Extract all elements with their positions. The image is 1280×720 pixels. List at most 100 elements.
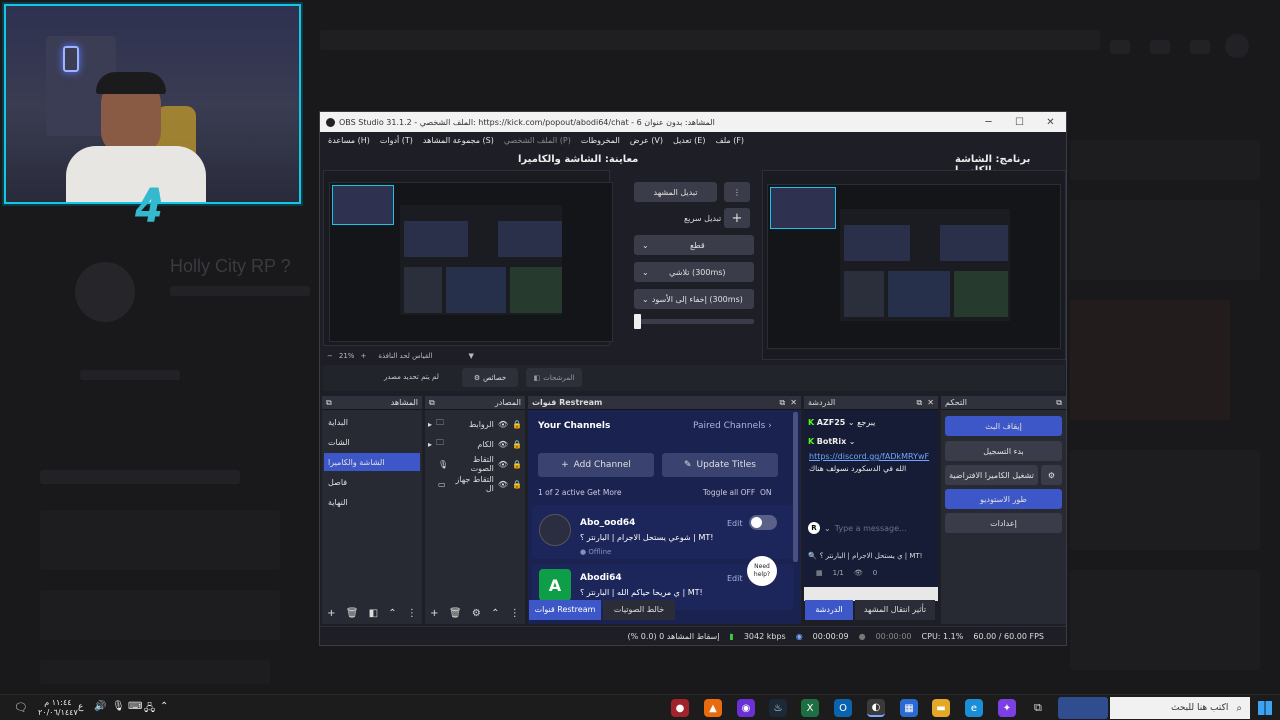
- scene-item[interactable]: الشات: [324, 433, 420, 451]
- lock-icon[interactable]: 🔒: [512, 440, 522, 449]
- excel-icon[interactable]: X: [801, 699, 819, 717]
- chat-link[interactable]: https://discord.gg/fADkMRYwF: [809, 452, 937, 461]
- tab-restream[interactable]: قنوات Restream: [529, 600, 601, 620]
- settings-button[interactable]: إعدادات: [945, 513, 1062, 533]
- close-icon[interactable]: ✕: [927, 398, 934, 407]
- fade-transition-button[interactable]: ⌄ تلاشي (300ms): [634, 262, 754, 282]
- copilot-icon[interactable]: ✦: [998, 699, 1016, 717]
- files-icon[interactable]: ▬: [932, 699, 950, 717]
- chevron-up-icon[interactable]: ⌃: [160, 701, 168, 712]
- more-icon[interactable]: ⋮: [407, 608, 417, 619]
- expand-icon[interactable]: ▸: [428, 440, 432, 449]
- more-icon[interactable]: ⋮: [510, 608, 520, 619]
- paired-channels-link[interactable]: Paired Channels ›: [693, 421, 772, 431]
- tray-icon[interactable]: ⌨: [128, 701, 142, 712]
- cut-transition-button[interactable]: ⌄ قطع: [634, 235, 754, 255]
- dock-float-icon[interactable]: ⧉: [429, 398, 435, 408]
- chevron-down-icon[interactable]: ⌄: [824, 524, 831, 533]
- source-item[interactable]: ▸ 🗀 الكام 👁 🔒: [428, 436, 522, 452]
- trash-icon[interactable]: 🗑: [346, 608, 359, 619]
- menu-file[interactable]: ملف (F): [715, 136, 744, 145]
- menu-tools[interactable]: أدوات (T): [380, 136, 413, 145]
- up-arrow-icon[interactable]: ⌃: [388, 608, 396, 619]
- outlook-icon[interactable]: O: [834, 699, 852, 717]
- scene-item[interactable]: فاصل: [324, 473, 420, 491]
- network-icon[interactable]: 🖧: [144, 701, 155, 718]
- gear-icon[interactable]: ⚙: [472, 608, 481, 619]
- maximize-button[interactable]: ☐: [1004, 117, 1035, 128]
- chat-input[interactable]: Type a message...: [835, 524, 907, 533]
- virtual-camera-settings-icon[interactable]: ⚙: [1041, 465, 1062, 485]
- menu-docks[interactable]: المخروطات: [581, 136, 620, 145]
- start-recording-button[interactable]: بدء التسجيل: [945, 441, 1062, 461]
- lock-icon[interactable]: 🔒: [512, 480, 522, 489]
- eye-icon[interactable]: 👁: [498, 440, 508, 449]
- tab-audio-mixer[interactable]: خالط الصوتيات: [603, 600, 675, 620]
- trash-icon[interactable]: 🗑: [449, 608, 462, 619]
- zoom-in-button[interactable]: +: [360, 352, 366, 360]
- stop-stream-button[interactable]: إيقاف البث: [945, 416, 1062, 436]
- zoom-dropdown-icon[interactable]: ▼: [469, 352, 474, 360]
- dock-float-icon[interactable]: ⧉: [1056, 398, 1062, 408]
- widget-thumbnail[interactable]: [1058, 697, 1108, 719]
- scene-item[interactable]: النهاية: [324, 493, 420, 511]
- tab-chat[interactable]: الدردشة: [805, 600, 853, 620]
- app-icon-3[interactable]: ◉: [737, 699, 755, 717]
- menu-edit[interactable]: تعديل (E): [673, 136, 705, 145]
- edit-channel-link[interactable]: Edit: [727, 519, 743, 528]
- filters-button[interactable]: ◧ المرشحات: [526, 368, 582, 387]
- dock-float-icon[interactable]: ⧉: [779, 398, 785, 407]
- transition-menu-button[interactable]: ⋮: [724, 182, 750, 202]
- change-scene-button[interactable]: تبديل المشهد: [634, 182, 717, 202]
- close-icon[interactable]: ✕: [790, 398, 797, 407]
- need-help-button[interactable]: Need help?: [747, 556, 777, 586]
- update-titles-button[interactable]: ✎ Update Titles: [662, 453, 778, 477]
- up-arrow-icon[interactable]: ⌃: [491, 608, 499, 619]
- store-icon[interactable]: ▦: [900, 699, 918, 717]
- add-quick-transition-button[interactable]: +: [724, 208, 750, 228]
- get-more-link[interactable]: Get More: [587, 488, 621, 497]
- app-icon-1[interactable]: ●: [671, 699, 689, 717]
- minimize-button[interactable]: ─: [973, 117, 1004, 128]
- menu-scene-collection[interactable]: مجموعة المشاهد (S): [423, 136, 494, 145]
- source-item[interactable]: ▸ 🗀 الروابط 👁 🔒: [428, 416, 522, 432]
- source-item[interactable]: 🎙 التقاط الصوت 👁 🔒: [428, 455, 522, 473]
- app-icon-2[interactable]: ▲: [704, 699, 722, 717]
- expand-icon[interactable]: ▸: [428, 420, 432, 429]
- add-icon[interactable]: +: [327, 608, 335, 619]
- menu-view[interactable]: عرض (V): [630, 136, 663, 145]
- close-window-button[interactable]: ✕: [1035, 117, 1066, 128]
- scene-item[interactable]: البداية: [324, 413, 420, 431]
- edge-icon[interactable]: e: [965, 699, 983, 717]
- t-bar-handle[interactable]: [634, 314, 641, 329]
- scene-item-active[interactable]: الشاشة والكاميرا: [324, 453, 420, 471]
- t-bar-slider[interactable]: [634, 319, 754, 324]
- add-icon[interactable]: +: [430, 608, 438, 619]
- volume-icon[interactable]: 🔊: [94, 701, 106, 712]
- steam-icon[interactable]: ♨: [769, 699, 787, 717]
- virtual-camera-button[interactable]: تشغيل الكاميرا الافتراضية: [945, 465, 1038, 485]
- menu-profile[interactable]: الملف الشخصي (P): [504, 136, 571, 145]
- edit-channel-link[interactable]: Edit: [727, 574, 743, 583]
- tab-scene-transitions[interactable]: تأثير انتقال المشهد: [855, 600, 935, 620]
- notification-icon[interactable]: 🗨: [14, 701, 28, 714]
- lock-icon[interactable]: 🔒: [512, 420, 522, 429]
- filter-icon[interactable]: ◧: [369, 608, 378, 619]
- task-view-icon[interactable]: ⧉: [1034, 701, 1042, 715]
- fade-to-black-button[interactable]: ⌄ إخفاء إلى الأسود (300ms): [634, 289, 754, 309]
- menu-help[interactable]: مساعدة (H): [328, 136, 370, 145]
- obs-taskbar-icon[interactable]: ◐: [867, 699, 885, 717]
- eye-icon[interactable]: 👁: [498, 460, 508, 469]
- microphone-icon[interactable]: 🎙: [112, 701, 125, 712]
- eye-icon[interactable]: 👁: [498, 480, 508, 489]
- properties-button[interactable]: ⚙ خصائص: [462, 368, 518, 387]
- add-channel-button[interactable]: + Add Channel: [538, 453, 654, 477]
- start-icon[interactable]: [1258, 701, 1272, 715]
- zoom-out-button[interactable]: −: [327, 352, 333, 360]
- dock-float-icon[interactable]: ⧉: [916, 398, 922, 407]
- toggle-all-off[interactable]: Toggle all OFF ON: [703, 488, 771, 497]
- studio-mode-button[interactable]: طور الاستوديو: [945, 489, 1062, 509]
- source-item[interactable]: ▭ التقاط جهاز ال 👁 🔒: [428, 475, 522, 493]
- channel-toggle[interactable]: [749, 515, 777, 530]
- fit-to-window[interactable]: القياس لحد النافذة: [378, 352, 432, 360]
